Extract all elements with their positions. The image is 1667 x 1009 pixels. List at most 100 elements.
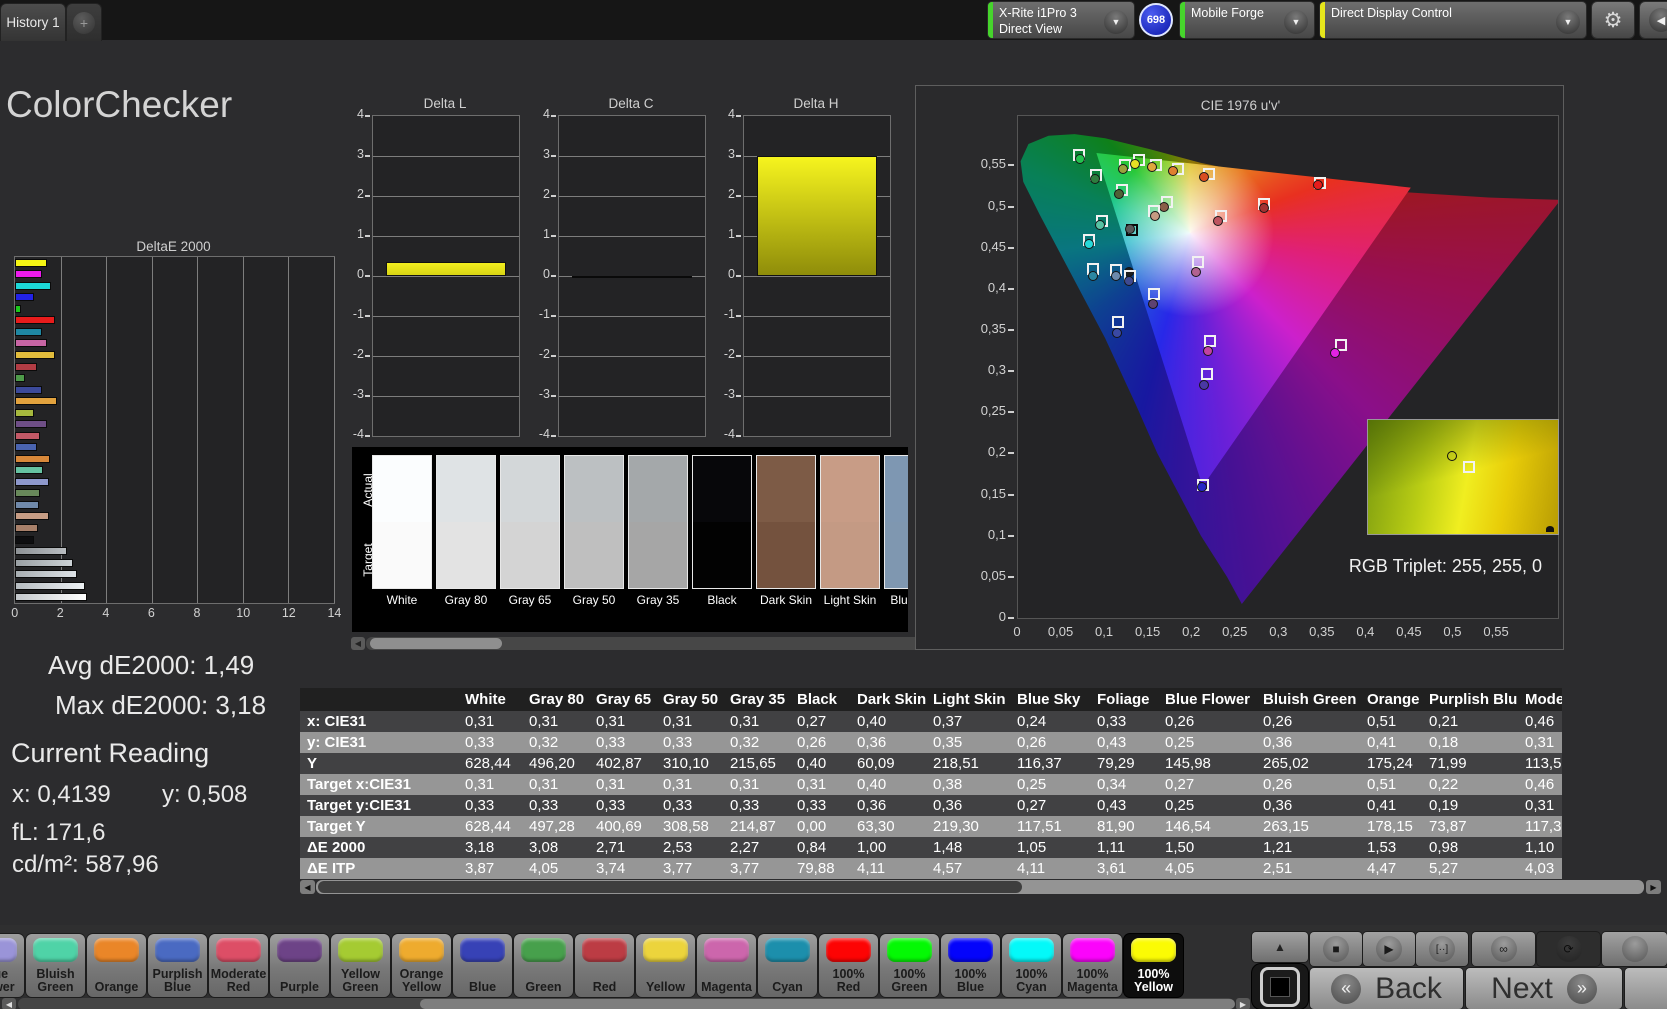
cie-y-tick xyxy=(1008,534,1014,537)
swatch-scrollbar-thumb[interactable] xyxy=(370,638,502,649)
transport-interval-button[interactable]: [··] xyxy=(1416,932,1468,966)
patch-button-label: Yellow Green xyxy=(341,966,380,994)
table-cell: 0,33 xyxy=(663,797,693,814)
next-button[interactable]: Next » xyxy=(1466,968,1622,1009)
transport-extra-button[interactable] xyxy=(1602,932,1667,966)
patch-color-chip xyxy=(765,938,810,962)
patch-button-orange-yellow[interactable]: Orange Yellow xyxy=(392,934,451,997)
tab-history-label: History 1 xyxy=(6,15,60,30)
scroll-left-icon[interactable]: ◀ xyxy=(351,637,365,650)
cie-y-tick xyxy=(1008,452,1014,455)
patch-color-chip xyxy=(277,938,322,962)
deltaL-gridline xyxy=(373,356,519,357)
table-cell: 0,41 xyxy=(1367,797,1397,814)
table-scrollbar-thumb[interactable] xyxy=(318,881,1022,893)
deltaH-y-axis: 4 3 2 1 0 -1 -2 -3 -4 xyxy=(713,107,741,441)
meter-count-badge[interactable]: 698 xyxy=(1139,3,1173,37)
cie-measured-marker xyxy=(1202,346,1213,357)
continuous-measure-button[interactable]: ∞ xyxy=(1472,932,1535,966)
deltaL-tick-label: -4 xyxy=(352,427,364,441)
transport-play-button[interactable]: ▶ xyxy=(1363,932,1415,966)
deltaE-bar xyxy=(15,593,88,602)
patch-button-red[interactable]: Red xyxy=(575,934,634,997)
patch-button-label: Blue Flower xyxy=(0,966,15,994)
table-cell: 0,27 xyxy=(1017,797,1047,814)
patch-color-chip xyxy=(1070,938,1115,962)
add-tab-button[interactable]: + xyxy=(66,3,102,41)
nav-extra-button[interactable] xyxy=(1625,968,1667,1009)
table-cell: 1,53 xyxy=(1367,839,1397,856)
deltaC-tick-label: -4 xyxy=(538,427,550,441)
inset-measured-marker xyxy=(1446,451,1457,462)
patch-color-chip xyxy=(826,938,871,962)
rgb-triplet-readout: RGB Triplet: 255, 255, 0 xyxy=(1348,556,1542,576)
scroll-left-icon[interactable]: ◀ xyxy=(300,880,315,894)
meter-dropdown[interactable]: X-Rite i1Pro 3 Direct View ▼ xyxy=(988,2,1134,38)
patch-bar-scrollbar-thumb[interactable] xyxy=(420,999,1235,1009)
patch-button-green[interactable]: Green xyxy=(514,934,573,997)
deltaC-tick-label: -2 xyxy=(538,347,550,361)
patch-button-orange[interactable]: Orange xyxy=(87,934,146,997)
cie-x-tick-label: 0,1 xyxy=(1095,624,1114,639)
collapse-panel-button[interactable]: ◀ xyxy=(1640,2,1667,38)
table-cell: 1,00 xyxy=(857,839,887,856)
stop-measure-button[interactable] xyxy=(1252,964,1308,1009)
source-dropdown[interactable]: Mobile Forge ▼ xyxy=(1180,2,1314,38)
refresh-button[interactable]: ⟳ xyxy=(1537,932,1600,966)
table-cell: 0,43 xyxy=(1097,797,1127,814)
deltaH-tick-label: 1 xyxy=(728,227,735,241)
scroll-up-button[interactable]: ▲ xyxy=(1252,932,1308,962)
patch-button-yellow-green[interactable]: Yellow Green xyxy=(331,934,390,997)
deltaH-tick-label: -1 xyxy=(723,307,735,321)
deltaH-gridline xyxy=(744,356,890,357)
table-cell: 0,31 xyxy=(663,776,693,793)
swatch-target xyxy=(692,522,752,589)
patch-button-bluish-green[interactable]: Bluish Green xyxy=(26,934,85,997)
table-cell: 263,15 xyxy=(1263,818,1309,835)
chevron-down-icon: ▼ xyxy=(1284,10,1308,34)
patch-button-100-red[interactable]: 100% Red xyxy=(819,934,878,997)
scroll-right-icon[interactable]: ▶ xyxy=(1236,998,1250,1009)
deltaE-bar xyxy=(15,270,42,279)
patch-button-label: 100% Magenta xyxy=(1067,966,1118,994)
table-column-header: Dark Skin xyxy=(857,691,926,708)
patch-button-100-yellow[interactable]: 100% Yellow xyxy=(1124,934,1183,997)
patch-button-100-green[interactable]: 100% Green xyxy=(880,934,939,997)
cie-x-tick-label: 0,05 xyxy=(1047,624,1074,639)
patch-button-100-blue[interactable]: 100% Blue xyxy=(941,934,1000,997)
patch-button-purplish-blue[interactable]: Purplish Blue xyxy=(148,934,207,997)
scroll-left-icon[interactable]: ◀ xyxy=(2,998,16,1009)
swatch-light-skin: Light Skin xyxy=(820,455,880,607)
patch-color-chip xyxy=(1009,938,1054,962)
table-cell: 0,33 xyxy=(663,734,693,751)
patch-button-cyan[interactable]: Cyan xyxy=(758,934,817,997)
patch-button-purple[interactable]: Purple xyxy=(270,934,329,997)
patch-button-blue-flower[interactable]: Blue Flower xyxy=(0,934,24,997)
swatch-gray-35: Gray 35 xyxy=(628,455,688,607)
patch-button-moderate-red[interactable]: Moderate Red xyxy=(209,934,268,997)
patch-color-chip xyxy=(887,938,932,962)
patch-button-magenta[interactable]: Magenta xyxy=(697,934,756,997)
table-cell: 2,27 xyxy=(730,839,760,856)
table-cell: 0,33 xyxy=(529,797,559,814)
table-cell: 3,77 xyxy=(730,860,760,877)
deltaE-bar xyxy=(15,420,47,429)
cie-measured-marker xyxy=(1196,482,1207,493)
swatch-gray-80: Gray 80 xyxy=(436,455,496,607)
patch-button-100-magenta[interactable]: 100% Magenta xyxy=(1063,934,1122,997)
table-cell: 0,27 xyxy=(797,713,827,730)
tab-history-1[interactable]: History 1 xyxy=(0,3,66,41)
table-cell: 0,46 xyxy=(1525,776,1555,793)
cie-measured-marker xyxy=(1213,216,1224,227)
deltaL-tick-label: -1 xyxy=(352,307,364,321)
back-button[interactable]: « Back xyxy=(1310,968,1463,1009)
table-cell: 0,27 xyxy=(1165,776,1195,793)
patch-button-blue[interactable]: Blue xyxy=(453,934,512,997)
workflow-dropdown[interactable]: Direct Display Control ▼ xyxy=(1320,2,1586,38)
transport-stop-button[interactable]: ■ xyxy=(1310,932,1362,966)
scroll-right-icon[interactable]: ▶ xyxy=(1646,880,1661,894)
patch-button-100-cyan[interactable]: 100% Cyan xyxy=(1002,934,1061,997)
cie-measured-marker xyxy=(1074,153,1085,164)
settings-button[interactable]: ⚙ xyxy=(1592,2,1634,38)
patch-button-yellow[interactable]: Yellow xyxy=(636,934,695,997)
